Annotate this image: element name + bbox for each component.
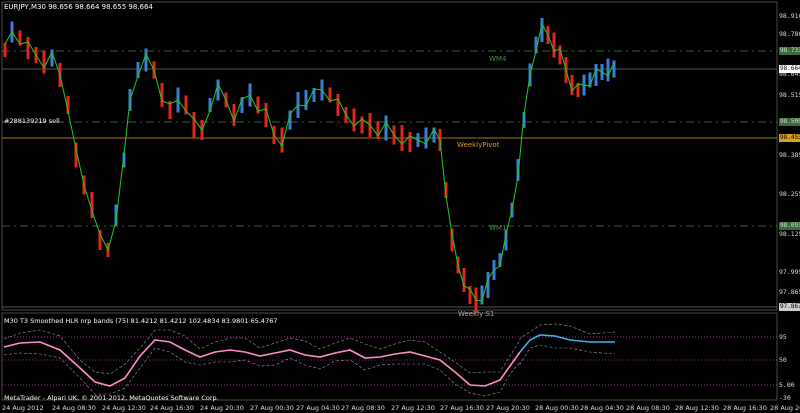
price-bar: [480, 285, 484, 305]
time-tick: 24 Aug 20:30: [200, 404, 244, 412]
main-plot-frame: [1, 1, 778, 311]
hlr-lower-band: [3, 344, 616, 397]
price-bar: [558, 45, 562, 65]
footer-credit: MetaTrader - Alpari UK, © 2001-2012, Met…: [4, 394, 219, 402]
price-bar: [336, 94, 340, 116]
price-bar: [26, 37, 30, 59]
price-tick: 98.385: [779, 151, 800, 159]
price-bar: [462, 268, 466, 292]
wm1-price-tag: 98.093: [779, 222, 800, 230]
time-tick: 24 Aug 08:30: [52, 404, 96, 412]
indicator-tick: 95: [779, 333, 787, 341]
price-bar: [264, 103, 268, 127]
price-bar: [570, 75, 574, 95]
indicator-tick: 5.00: [779, 381, 795, 389]
price-tick: 97.995: [779, 268, 800, 276]
indicator-tick: 50: [779, 356, 787, 364]
time-tick: 28 Aug 00:30: [535, 404, 579, 412]
moving-average-line: [4, 22, 615, 302]
price-bar: [192, 112, 196, 138]
current-price-tag: 98.664: [779, 65, 800, 73]
price-bar: [216, 79, 220, 101]
price-tick: 98.255: [779, 190, 800, 198]
time-tick: 27 Aug 20:30: [486, 404, 530, 412]
weekly-s1-label: Weekly S1: [458, 310, 495, 318]
price-bar: [606, 58, 610, 82]
time-tick: 24 Aug 12:30: [102, 404, 146, 412]
wm1-label: WM1: [489, 224, 507, 232]
indicator-title: M30 T3 Smoothed HLR nrp bands (75) 81.42…: [4, 317, 278, 325]
candle-bars: [3, 18, 616, 313]
hlr-up-segment: [519, 334, 615, 353]
time-tick: 28 Aug 04:30: [580, 404, 624, 412]
price-bar: [400, 125, 404, 151]
pivot-price-tag: 98.453: [779, 134, 800, 142]
price-tick: 97.865: [779, 288, 800, 296]
indicator-plot-frame: [1, 312, 778, 401]
indicator-tick: -30: [779, 394, 791, 402]
time-tick: 28 Aug 16:30: [723, 404, 767, 412]
price-bar: [352, 108, 356, 132]
price-bar: [3, 43, 7, 57]
price-bar: [424, 127, 428, 149]
wm4-price-tag: 98.733: [779, 47, 800, 55]
price-bar: [304, 90, 308, 110]
time-tick: 27 Aug 08:30: [341, 404, 385, 412]
price-tick: 98.125: [779, 230, 800, 238]
sell-price-tag: 98.505: [779, 118, 800, 126]
time-tick: 27 Aug 04:30: [296, 404, 340, 412]
time-tick: 28 Aug 20:30: [770, 404, 800, 412]
price-tick: 98.780: [779, 30, 800, 38]
s1-price-tag: 97.867: [779, 303, 800, 311]
time-tick: 27 Aug 00:30: [250, 404, 294, 412]
price-bar: [384, 115, 388, 141]
weekly-pivot-label: WeeklyPivot: [457, 141, 500, 149]
wm4-label: WM4: [489, 55, 507, 63]
time-tick: 27 Aug 16:30: [440, 404, 484, 412]
price-bar: [408, 132, 412, 152]
price-bar: [144, 48, 148, 72]
price-bar: [42, 50, 46, 74]
price-tick: 98.515: [779, 91, 800, 99]
time-tick: 27 Aug 12:30: [391, 404, 435, 412]
price-bar: [232, 104, 236, 126]
price-tick: 98.910: [779, 12, 800, 20]
price-bar: [594, 64, 598, 86]
price-bar: [486, 272, 490, 298]
price-bar: [552, 32, 556, 58]
order-label[interactable]: #288139219 sell: [4, 117, 60, 125]
time-tick: 24 Aug 2012: [2, 404, 44, 412]
time-tick: 24 Aug 16:30: [150, 404, 194, 412]
time-tick: 28 Aug 12:30: [675, 404, 719, 412]
time-tick: 28 Aug 08:30: [626, 404, 670, 412]
chart-title: EURJPY,M30 98.656 98.664 98.655 98.664: [4, 3, 153, 11]
price-chart[interactable]: [0, 0, 800, 413]
